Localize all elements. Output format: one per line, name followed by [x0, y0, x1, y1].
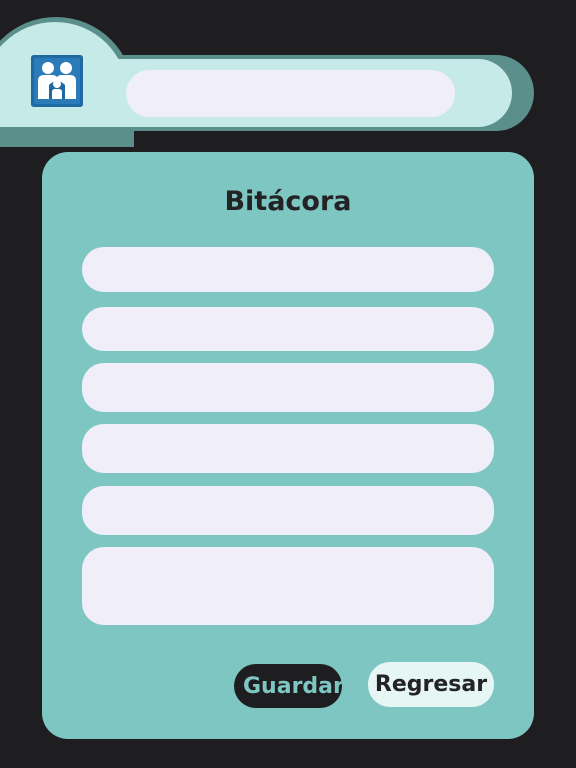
logbook-field-4[interactable] — [82, 424, 494, 473]
logbook-field-3[interactable] — [82, 363, 494, 412]
logbook-notes-field[interactable] — [82, 547, 494, 625]
back-button[interactable]: Regresar — [368, 662, 494, 707]
page-title: Bitácora — [224, 186, 352, 217]
page: Bitácora Guardar Regresar — [0, 0, 576, 768]
family-logo-graphic — [31, 55, 83, 107]
logbook-field-2[interactable] — [82, 307, 494, 351]
save-button[interactable]: Guardar — [234, 664, 342, 708]
header-search-input[interactable] — [126, 70, 455, 117]
logbook-field-5[interactable] — [82, 486, 494, 535]
family-icon[interactable] — [31, 55, 83, 107]
logbook-field-1[interactable] — [82, 247, 494, 292]
